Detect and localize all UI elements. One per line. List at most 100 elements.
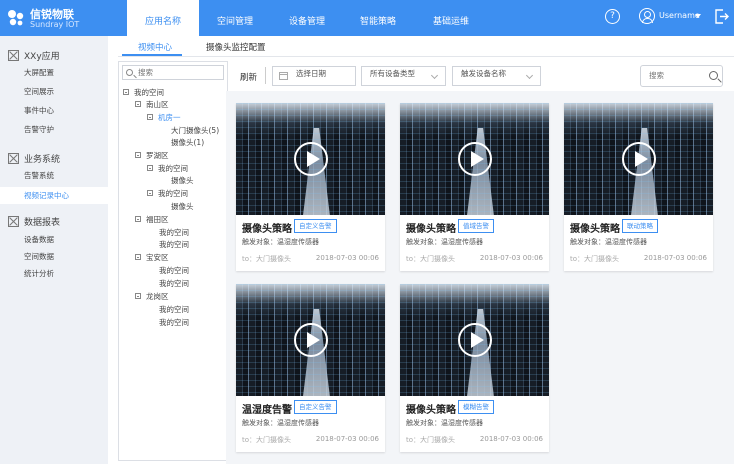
nav-tab-ops[interactable]: 基础运维	[423, 0, 479, 36]
card-title: 摄像头策略	[406, 405, 456, 416]
calendar-icon	[279, 72, 288, 80]
tree-node[interactable]: 我的空间	[159, 278, 189, 289]
help-icon[interactable]: ?	[605, 9, 620, 24]
video-thumbnail[interactable]	[236, 103, 385, 215]
card-tag: 自定义告警	[294, 400, 337, 414]
tree-node[interactable]: 摄像头	[171, 201, 194, 212]
sidebar-group-business[interactable]: 业务系统	[8, 152, 60, 165]
collapse-icon[interactable]	[147, 114, 153, 120]
sidebar-item-event-center[interactable]: 事件中心	[0, 102, 108, 119]
tree-node[interactable]: 罗湖区	[135, 150, 169, 161]
sidebar-item-alarm-system[interactable]: 告警系统	[0, 167, 108, 184]
tree-node[interactable]: 宝安区	[135, 252, 169, 263]
collapse-icon[interactable]	[147, 165, 153, 171]
collapse-icon[interactable]	[135, 152, 141, 158]
logo[interactable]: 信锐物联 Sundray IOT	[6, 6, 106, 32]
chevron-down-icon[interactable]	[695, 14, 701, 18]
box-icon	[8, 153, 19, 164]
card-title: 摄像头策略	[406, 224, 456, 235]
collapse-icon[interactable]	[135, 216, 141, 222]
tree-node[interactable]: 摄像头(1)	[171, 137, 204, 148]
tree-search-input[interactable]	[138, 67, 222, 78]
sidebar-item-device-data[interactable]: 设备数据	[0, 231, 108, 248]
device-name-select[interactable]: 触发设备名称	[452, 66, 541, 86]
device-name-value: 触发设备名称	[461, 69, 506, 78]
tab-video-center[interactable]: 视频中心	[138, 41, 172, 53]
tree-node[interactable]: 福田区	[135, 214, 169, 225]
active-tab-indicator	[122, 54, 182, 56]
box-icon	[8, 50, 19, 61]
play-icon[interactable]	[622, 142, 656, 176]
tree-node[interactable]: 我的空间	[159, 265, 189, 276]
tree-search-box[interactable]	[122, 65, 224, 80]
refresh-button[interactable]: 刷新	[240, 71, 257, 83]
video-thumbnail[interactable]	[236, 284, 385, 396]
tree-node[interactable]: 南山区	[135, 99, 169, 110]
nav-tab-strategy[interactable]: 智能策略	[350, 0, 406, 36]
card-trigger-object: 触发对象：温湿度传感器	[242, 238, 319, 246]
card-tag: 自定义告警	[294, 219, 337, 233]
video-card[interactable]: 摄像头策略 联动策略 触发对象：温湿度传感器 to：大门摄像头 2018-07-…	[564, 103, 713, 271]
tree-node[interactable]: 我的空间	[123, 87, 164, 98]
sidebar-item-space-display[interactable]: 空间展示	[0, 83, 108, 100]
tree-node[interactable]: 龙岗区	[135, 291, 169, 302]
play-icon[interactable]	[294, 323, 328, 357]
chevron-down-icon	[430, 71, 439, 80]
video-thumbnail[interactable]	[400, 103, 549, 215]
card-tag: 联动策略	[622, 219, 658, 233]
sidebar-group-app[interactable]: XXy应用	[8, 49, 60, 62]
tree-node[interactable]: 我的空间	[159, 227, 189, 238]
card-target: to：大门摄像头	[406, 436, 456, 444]
sidebar-item-statistics[interactable]: 统计分析	[0, 265, 108, 282]
device-type-value: 所有设备类型	[370, 69, 415, 78]
card-title: 温湿度告警	[242, 405, 292, 416]
sidebar-item-screen-config[interactable]: 大屏配置	[0, 64, 108, 81]
tree-node[interactable]: 摄像头	[171, 175, 194, 186]
collapse-icon[interactable]	[123, 89, 129, 95]
play-icon[interactable]	[458, 142, 492, 176]
sidebar-item-alarm-guard[interactable]: 告警守护	[0, 121, 108, 138]
record-search-box[interactable]	[640, 65, 723, 87]
nav-tab-device[interactable]: 设备管理	[279, 0, 335, 36]
collapse-icon[interactable]	[135, 101, 141, 107]
tree-node[interactable]: 我的空间	[159, 317, 189, 328]
date-picker-placeholder: 选择日期	[296, 69, 326, 78]
video-card[interactable]: 摄像头策略 模糊告警 触发对象：温湿度传感器 to：大门摄像头 2018-07-…	[400, 284, 549, 452]
logo-name-en: Sundray IOT	[30, 20, 80, 29]
device-type-select[interactable]: 所有设备类型	[361, 66, 446, 86]
tree-node[interactable]: 我的空间	[147, 188, 188, 199]
record-search-input[interactable]	[649, 71, 699, 80]
sidebar-item-video-center[interactable]: 视频记录中心	[0, 187, 108, 204]
play-icon[interactable]	[294, 142, 328, 176]
tree-node[interactable]: 我的空间	[147, 163, 188, 174]
user-avatar-icon[interactable]	[639, 8, 655, 24]
collapse-icon[interactable]	[135, 254, 141, 260]
sundray-logo-icon	[8, 10, 24, 26]
tab-camera-config[interactable]: 摄像头监控配置	[206, 41, 266, 53]
sidebar-group-reports[interactable]: 数据报表	[8, 215, 60, 228]
search-icon[interactable]	[709, 71, 718, 80]
video-thumbnail[interactable]	[564, 103, 713, 215]
card-target: to：大门摄像头	[406, 255, 456, 263]
sidebar-item-space-data[interactable]: 空间数据	[0, 248, 108, 265]
date-picker[interactable]: 选择日期	[272, 66, 356, 86]
username[interactable]: Username	[659, 11, 700, 20]
card-time: 2018-07-03 00:06	[315, 254, 379, 262]
video-card[interactable]: 摄像头策略 值域告警 触发对象：温湿度传感器 to：大门摄像头 2018-07-…	[400, 103, 549, 271]
play-icon[interactable]	[458, 323, 492, 357]
tree-node[interactable]: 大门摄像头(5)	[171, 125, 219, 136]
video-card[interactable]: 摄像头策略 自定义告警 触发对象：温湿度传感器 to：大门摄像头 2018-07…	[236, 103, 385, 271]
card-target: to：大门摄像头	[242, 436, 292, 444]
collapse-icon[interactable]	[147, 190, 153, 196]
card-title: 摄像头策略	[242, 224, 292, 235]
nav-tab-space[interactable]: 空间管理	[207, 0, 263, 36]
tree-node[interactable]: 我的空间	[159, 304, 189, 315]
collapse-icon[interactable]	[135, 293, 141, 299]
video-thumbnail[interactable]	[400, 284, 549, 396]
card-tag: 值域告警	[458, 219, 494, 233]
tree-node[interactable]: 我的空间	[159, 239, 189, 250]
video-card[interactable]: 温湿度告警 自定义告警 触发对象：温湿度传感器 to：大门摄像头 2018-07…	[236, 284, 385, 452]
nav-tab-app[interactable]: 应用名称	[127, 0, 199, 36]
logout-icon[interactable]	[714, 8, 729, 25]
tree-node-selected[interactable]: 机房一	[147, 112, 181, 123]
